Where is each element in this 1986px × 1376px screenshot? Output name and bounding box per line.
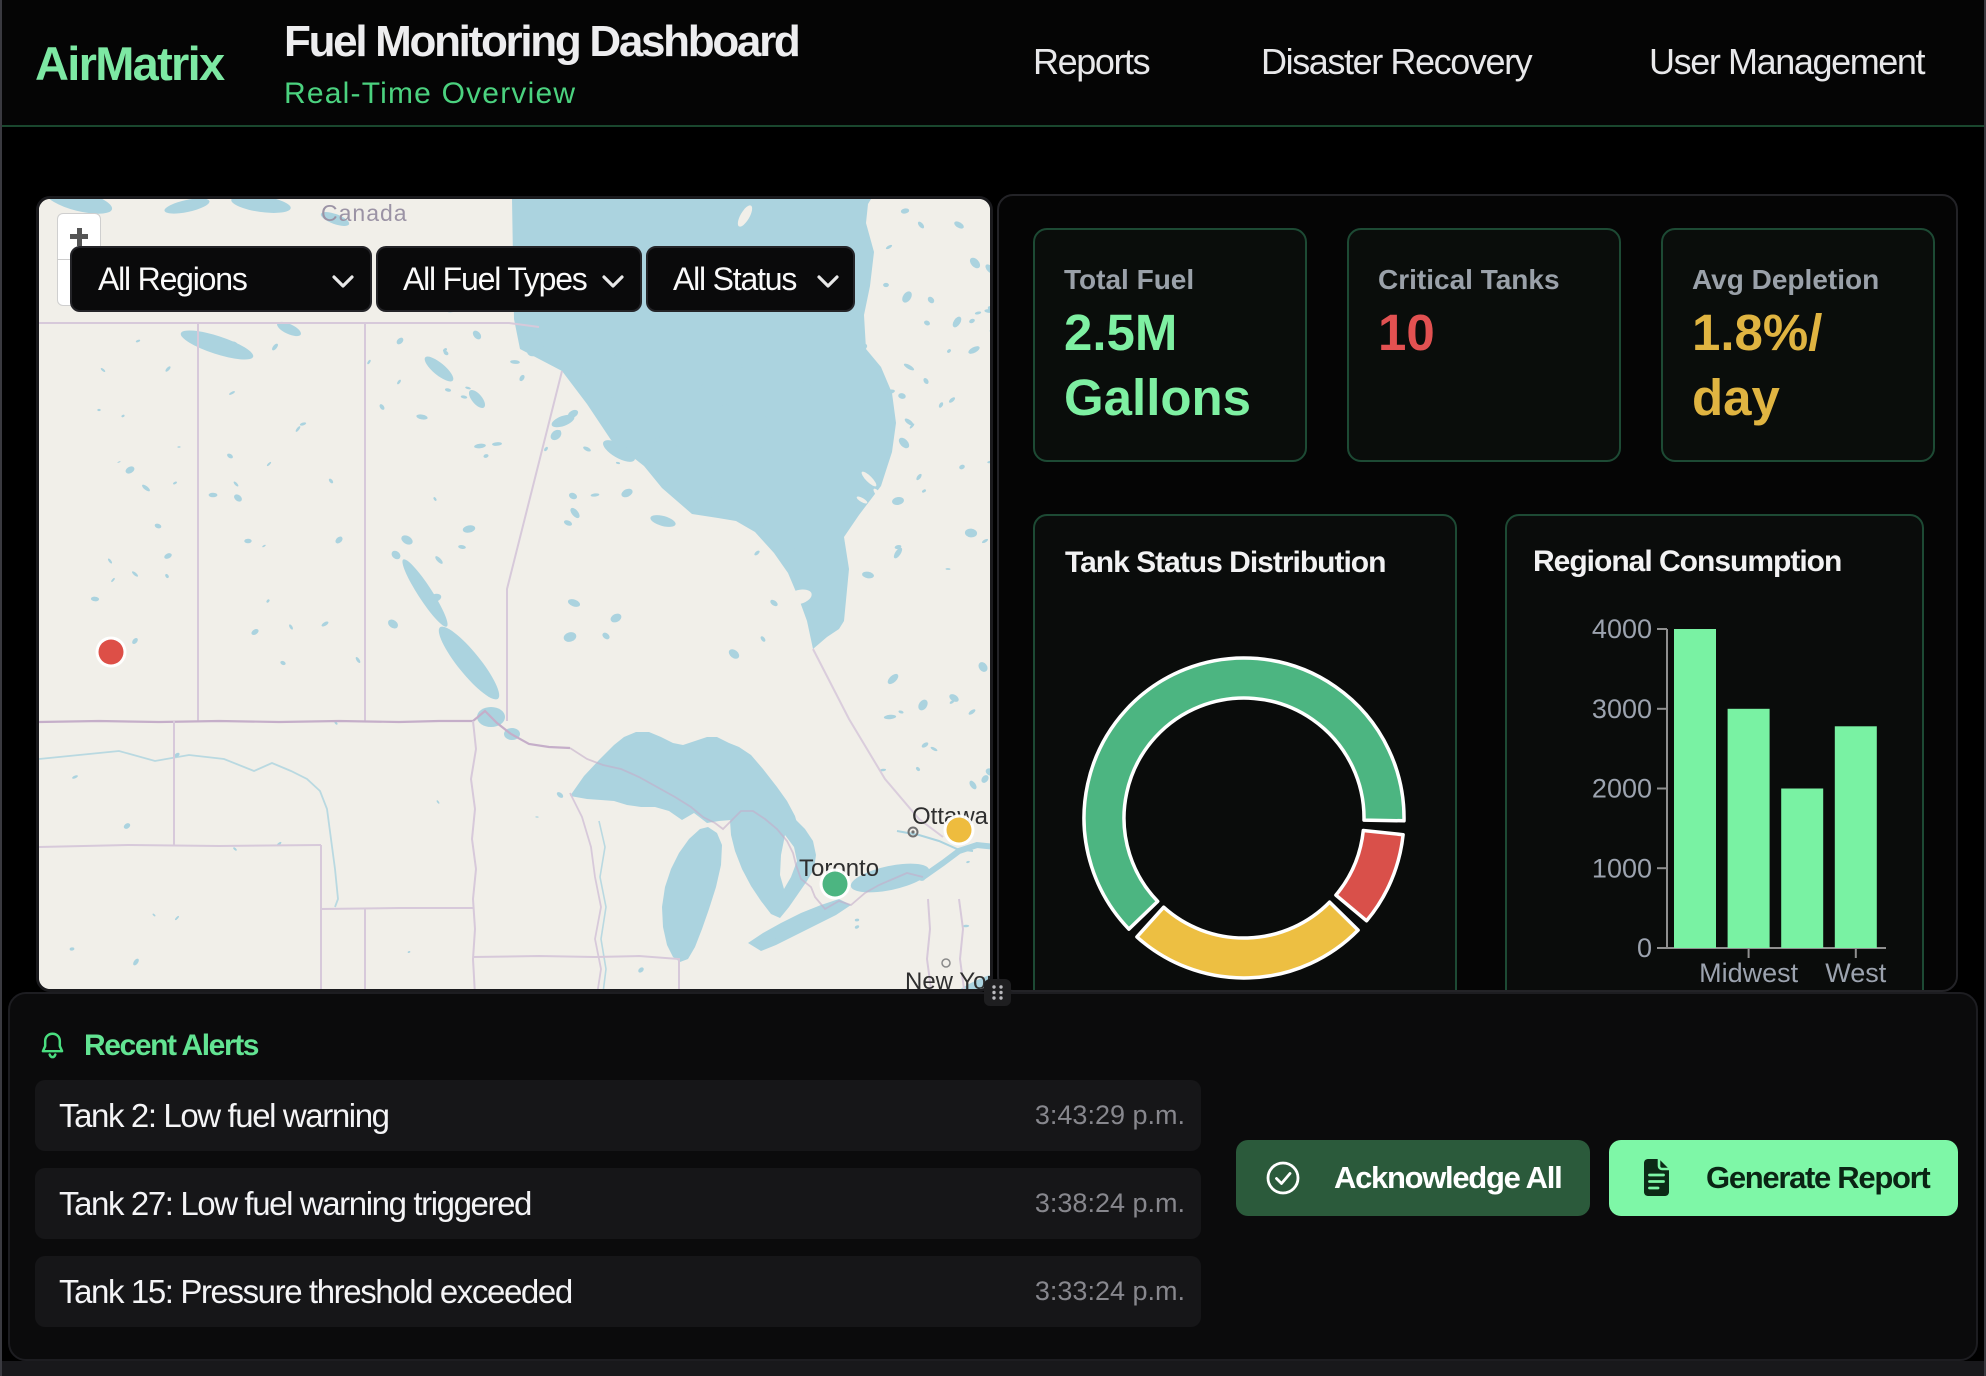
svg-text:1000: 1000 <box>1592 853 1652 883</box>
svg-text:3000: 3000 <box>1592 694 1652 724</box>
svg-text:4000: 4000 <box>1592 614 1652 644</box>
svg-text:2000: 2000 <box>1592 774 1652 804</box>
svg-text:West: West <box>1825 958 1887 988</box>
svg-text:New York: New York <box>905 968 993 992</box>
svg-text:Midwest: Midwest <box>1699 958 1799 988</box>
svg-text:0: 0 <box>1637 933 1652 963</box>
svg-text:Canada: Canada <box>321 200 408 226</box>
